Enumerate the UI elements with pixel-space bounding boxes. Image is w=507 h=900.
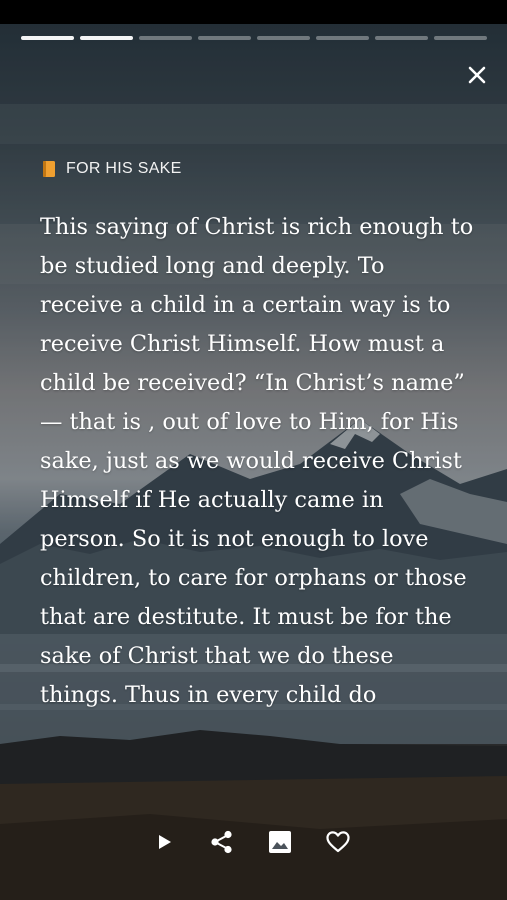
progress-segment bbox=[257, 36, 310, 40]
category-label: FOR HIS SAKE bbox=[42, 160, 182, 178]
share-button[interactable] bbox=[206, 826, 238, 858]
category-label-text: FOR HIS SAKE bbox=[66, 160, 182, 177]
share-icon bbox=[211, 830, 232, 854]
story-body-text: This saying of Christ is rich enough to … bbox=[40, 214, 474, 708]
play-icon bbox=[159, 835, 171, 849]
story-screen: FOR HIS SAKE This saying of Christ is ri… bbox=[0, 0, 507, 900]
favorite-button[interactable] bbox=[322, 826, 354, 858]
progress-segment bbox=[434, 36, 487, 40]
play-button[interactable] bbox=[148, 826, 180, 858]
progress-segment bbox=[80, 36, 133, 40]
status-bar bbox=[0, 0, 507, 24]
progress-segment bbox=[316, 36, 369, 40]
progress-segment bbox=[198, 36, 251, 40]
progress-segment bbox=[139, 36, 192, 40]
progress-segment bbox=[21, 36, 74, 40]
action-bar bbox=[148, 826, 354, 858]
image-icon bbox=[269, 831, 291, 853]
story-progress-bar bbox=[21, 36, 487, 40]
heart-outline-icon bbox=[326, 831, 350, 853]
close-button[interactable] bbox=[462, 60, 492, 90]
image-button[interactable] bbox=[264, 826, 296, 858]
close-icon bbox=[468, 66, 486, 84]
progress-segment bbox=[375, 36, 428, 40]
book-icon bbox=[43, 161, 55, 177]
